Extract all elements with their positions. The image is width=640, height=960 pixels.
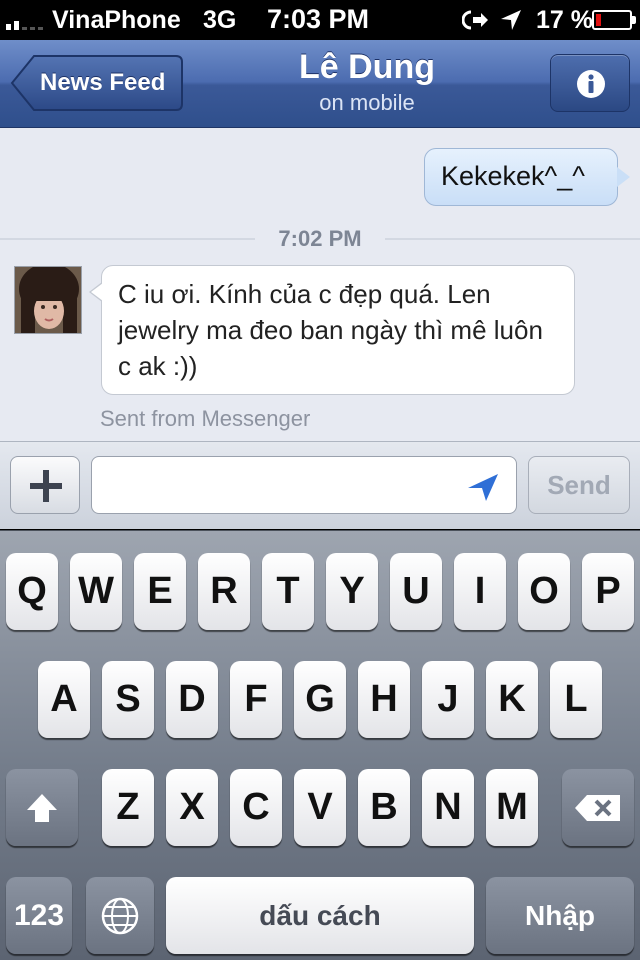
key-r[interactable]: R [198, 553, 250, 630]
key-y[interactable]: Y [326, 553, 378, 630]
battery-level [596, 14, 601, 26]
key-g[interactable]: G [294, 661, 346, 738]
key-h[interactable]: H [358, 661, 410, 738]
message-input[interactable] [91, 456, 517, 514]
message-source-label: Sent from Messenger [100, 406, 311, 431]
key-u[interactable]: U [390, 553, 442, 630]
network-type: 3G [203, 6, 237, 34]
key-c[interactable]: C [230, 769, 282, 846]
space-key[interactable]: dấu cách [166, 877, 474, 954]
send-button[interactable]: Send [528, 456, 630, 514]
key-d[interactable]: D [166, 661, 218, 738]
key-a[interactable]: A [38, 661, 90, 738]
backspace-key[interactable] [562, 769, 634, 846]
key-t[interactable]: T [262, 553, 314, 630]
globe-key[interactable] [86, 877, 154, 954]
conversation-subtitle: on mobile [319, 90, 415, 115]
key-x[interactable]: X [166, 769, 218, 846]
back-button-label: News Feed [40, 69, 166, 96]
location-arrow-icon[interactable] [466, 472, 500, 502]
key-z[interactable]: Z [102, 769, 154, 846]
message-composer: Send [0, 441, 640, 529]
rotation-lock-icon [462, 10, 488, 30]
add-attachment-button[interactable] [10, 456, 80, 514]
key-e[interactable]: E [134, 553, 186, 630]
avatar-image [15, 267, 81, 333]
key-v[interactable]: V [294, 769, 346, 846]
shift-key[interactable] [6, 769, 78, 846]
key-s[interactable]: S [102, 661, 154, 738]
status-time: 7:03 PM [267, 4, 370, 34]
info-button[interactable] [550, 54, 630, 112]
key-f[interactable]: F [230, 661, 282, 738]
battery-percent: 17 % [536, 6, 593, 34]
avatar[interactable] [14, 266, 82, 334]
status-bar: VinaPhone 3G 7:03 PM 17 % [0, 0, 640, 40]
carrier-name: VinaPhone [52, 6, 181, 34]
key-w[interactable]: W [70, 553, 122, 630]
globe-icon [101, 897, 139, 934]
key-o[interactable]: O [518, 553, 570, 630]
message-timestamp: 7:02 PM [255, 226, 385, 252]
signal-icon [6, 12, 43, 30]
backspace-icon [575, 794, 620, 821]
location-icon [501, 10, 521, 30]
message-thread[interactable]: Kekekek^_^ 7:02 PM C iu ơi. Kính của c đ… [0, 128, 640, 441]
key-n[interactable]: N [422, 769, 474, 846]
key-m[interactable]: M [486, 769, 538, 846]
key-b[interactable]: B [358, 769, 410, 846]
key-k[interactable]: K [486, 661, 538, 738]
conversation-title: Lê Dung [299, 48, 435, 86]
key-p[interactable]: P [582, 553, 634, 630]
incoming-message-bubble[interactable]: C iu ơi. Kính của c đẹp quá. Len jewelry… [89, 265, 575, 395]
battery-icon [592, 10, 636, 30]
navigation-bar: News Feed Lê Dung on mobile [0, 40, 640, 128]
key-j[interactable]: J [422, 661, 474, 738]
numbers-key[interactable]: 123 [6, 877, 72, 954]
return-key[interactable]: Nhập [486, 877, 634, 954]
key-l[interactable]: L [550, 661, 602, 738]
outgoing-message-bubble[interactable]: Kekekek^_^ [424, 148, 630, 206]
info-icon [577, 70, 605, 98]
key-q[interactable]: Q [6, 553, 58, 630]
key-i[interactable]: I [454, 553, 506, 630]
on-screen-keyboard: 123 dấu cách Nhập QWERTYUIOP ASDFGHJKL ZXC… [0, 530, 640, 960]
shift-icon [27, 793, 57, 822]
back-button[interactable]: News Feed [10, 54, 184, 112]
